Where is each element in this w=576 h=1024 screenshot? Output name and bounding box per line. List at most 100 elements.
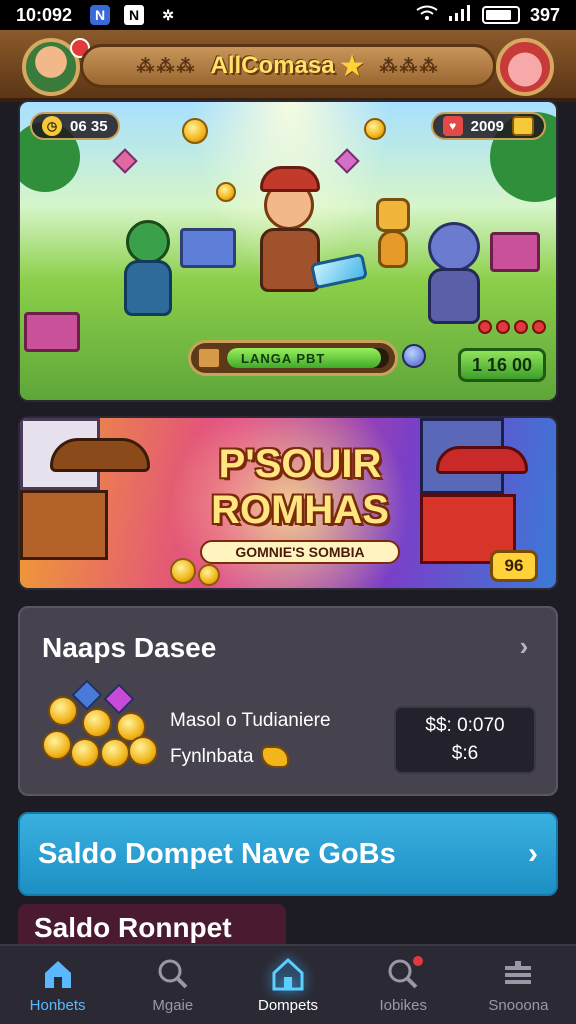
coin	[48, 696, 78, 726]
top-banner: ⁂⁂⁂ AllComasa ★ ⁂⁂⁂	[0, 30, 576, 102]
price-box[interactable]: $$: 0:070 $:6	[394, 706, 536, 774]
hero-hat	[260, 166, 320, 192]
progress-label: LANGA PBT	[241, 350, 326, 366]
clock-icon: ◷	[42, 116, 62, 136]
robot-body	[378, 230, 408, 268]
nav-label: Snooona	[488, 996, 549, 1014]
coin	[182, 118, 208, 144]
status-time: 10:092	[16, 4, 73, 25]
chest-icon	[197, 347, 221, 369]
bear-body	[20, 490, 108, 560]
coin	[42, 730, 72, 760]
opponent-avatar[interactable]	[496, 38, 554, 96]
chevron-right-icon[interactable]: ›	[514, 631, 534, 661]
price-primary: $$: 0:070	[425, 715, 505, 736]
progress-bar: LANGA PBT	[188, 340, 398, 376]
nav-item-discover[interactable]: Iobikes	[346, 946, 461, 1024]
card-description: Masol o Tudianiere	[170, 710, 331, 731]
app-icon: N	[124, 5, 145, 25]
coin	[216, 182, 236, 202]
nav-label: Dompets	[257, 996, 319, 1014]
reward-icon	[261, 746, 290, 768]
progress-track: LANGA PBT	[227, 348, 389, 368]
app-icon: N	[90, 5, 111, 25]
game-scene[interactable]: ◷ 06 35 ♥ 2009 LANGA PBT 1 16 00	[18, 100, 558, 402]
coin	[364, 118, 386, 140]
promo-subtitle: GOMNIE'S SOMBIA	[200, 540, 400, 564]
goblin-head	[126, 220, 170, 264]
gem	[103, 683, 135, 715]
life-icon	[478, 320, 492, 334]
promo-banner[interactable]: P'SOUIR ROMHAS GOMNIE'S SOMBIA 96	[18, 416, 558, 590]
wolf-character	[418, 222, 498, 326]
timer-value: 06 35	[70, 117, 108, 135]
treasure-crate	[24, 312, 80, 352]
coin	[70, 738, 100, 768]
goblin-character	[116, 220, 186, 320]
signal-icon	[448, 4, 472, 26]
notification-dot	[412, 956, 423, 966]
robot-head	[376, 198, 410, 232]
search-icon	[155, 957, 191, 991]
card-subtext-row: Fynlnbata	[170, 746, 290, 768]
offer-card[interactable]: Naaps Dasee › Masol o Tudianiere Fynlnba…	[18, 606, 558, 796]
nav-label: Honbets	[29, 996, 86, 1014]
nav-item-more[interactable]: Snooona	[461, 946, 576, 1024]
promo-title-line1: P'SOUIR	[218, 442, 382, 486]
price-secondary: $:6	[451, 743, 479, 764]
robot-character	[370, 198, 420, 272]
timer-pill: ◷ 06 35	[30, 112, 120, 140]
wallet-balance-button[interactable]: Saldo Dompet Nave GoBs ›	[18, 812, 558, 896]
wallet-balance-label: Saldo Dompet Nave GoBs	[38, 837, 396, 870]
coin	[128, 736, 158, 766]
decoration-left: ⁂⁂⁂	[136, 55, 197, 76]
coin	[198, 564, 220, 586]
promo-title-line2: ROMHAS	[211, 488, 389, 532]
menu-icon	[500, 957, 536, 991]
hero-body	[260, 228, 320, 292]
nav-label: Iobikes	[379, 996, 427, 1014]
game-title: AllComasa	[210, 52, 335, 79]
hut	[20, 178, 80, 258]
life-icon	[514, 320, 528, 334]
home-icon	[40, 957, 76, 991]
nav-item-search[interactable]: Mgaie	[115, 946, 230, 1024]
bear-character	[20, 418, 180, 588]
heart-icon: ♥	[442, 116, 463, 136]
battery-icon	[481, 6, 520, 24]
decoration-right: ⁂⁂⁂	[379, 55, 440, 76]
treasure-pile-icon	[42, 678, 158, 774]
chevron-right-icon: ›	[528, 837, 538, 870]
star-icon: ★	[338, 49, 366, 83]
card-subtext: Fynlnbata	[170, 746, 254, 767]
section-label: Saldo Ronnpet	[34, 912, 232, 943]
card-title: Naaps Dasee	[42, 632, 217, 663]
hero-character	[250, 162, 370, 302]
nav-label: Mgaie	[152, 996, 194, 1014]
chest-icon	[512, 116, 534, 136]
settings-icon: ✲	[162, 6, 174, 23]
coin	[170, 558, 196, 584]
nav-item-home[interactable]: Honbets	[0, 946, 115, 1024]
life-icon	[532, 320, 546, 334]
bear-hat	[50, 438, 150, 472]
coins-value: 2009	[470, 117, 504, 135]
coin	[100, 738, 130, 768]
wifi-icon	[416, 5, 438, 26]
battery-text: 397	[529, 4, 560, 25]
treasure-crate	[180, 228, 236, 268]
lives-indicator	[478, 320, 546, 334]
status-bar: 10:092 N N ✲ 397	[0, 0, 576, 30]
wolf-body	[428, 268, 480, 324]
score-button[interactable]: 1 16 00	[458, 348, 546, 382]
wolf-head	[428, 222, 480, 272]
orb-icon	[402, 344, 426, 368]
coins-pill: ♥ 2009	[430, 112, 546, 140]
title-plank: ⁂⁂⁂ AllComasa ★ ⁂⁂⁂	[80, 44, 496, 88]
bottom-nav: Honbets Mgaie Dompets Iobikes Snooona	[0, 944, 576, 1024]
promo-badge: 96	[490, 550, 538, 582]
home-icon	[270, 957, 306, 991]
wolf-hat	[436, 446, 528, 474]
coin	[82, 708, 112, 738]
nav-item-wallet[interactable]: Dompets	[230, 946, 345, 1024]
